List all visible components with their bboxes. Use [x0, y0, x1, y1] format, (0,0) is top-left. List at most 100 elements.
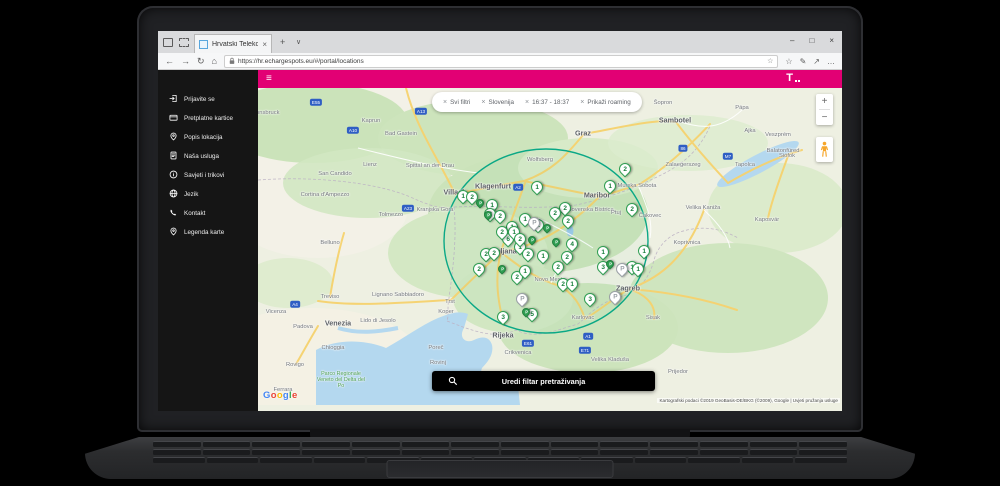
browser-tab-bar: Hrvatski Telekom × + ∨ – □ × [158, 31, 842, 54]
map-marker[interactable]: 1 [638, 245, 650, 257]
sidebar-item-popis-lokacija[interactable]: Popis lokacija [158, 128, 258, 147]
map-city-label: Sisak [646, 315, 660, 321]
map-canvas[interactable]: ×Svi filtri×Slovenija×16:37 - 18:37×Prik… [258, 88, 842, 405]
refresh-icon[interactable]: ↻ [197, 57, 205, 66]
chip-remove-icon[interactable]: × [443, 99, 447, 106]
new-tab-button[interactable]: + [280, 37, 285, 47]
map-city-label: Koprivnica [673, 240, 700, 246]
keyboard-key [650, 449, 698, 455]
map-marker[interactable]: 2 [626, 203, 638, 215]
map-marker[interactable]: 1 [531, 181, 543, 193]
sidebar-item-prijavite-se[interactable]: Prijavite se [158, 90, 258, 109]
favorite-star-icon[interactable]: ☆ [767, 57, 773, 65]
address-bar[interactable]: https://hr.echargespots.eu/#/portal/loca… [224, 55, 778, 68]
map-marker[interactable]: P [476, 199, 484, 207]
filter-chip[interactable]: ×Svi filtri [443, 99, 470, 106]
keyboard-key [402, 449, 450, 455]
map-marker[interactable]: 1 [632, 263, 644, 275]
map-marker-inactive[interactable]: P [616, 263, 628, 275]
tab-tools [163, 38, 189, 47]
minimize-button[interactable]: – [790, 36, 794, 45]
map-marker[interactable]: 4 [566, 238, 578, 250]
map-marker[interactable]: 1 [566, 278, 578, 290]
keyboard-key [402, 441, 450, 447]
map-marker[interactable]: 2 [494, 210, 506, 222]
tab-close-icon[interactable]: × [262, 40, 267, 49]
sidebar-item-jezik[interactable]: Jezik [158, 185, 258, 204]
map-marker-inactive[interactable]: P [528, 217, 540, 229]
filter-chip[interactable]: ×16:37 - 18:37 [525, 99, 569, 106]
map-city-label: Trst [445, 299, 455, 305]
chip-remove-icon[interactable]: × [525, 99, 529, 106]
map-marker[interactable]: 2 [561, 251, 573, 263]
keyboard-key [600, 441, 648, 447]
browser-tab[interactable]: Hrvatski Telekom × [194, 34, 272, 53]
chip-remove-icon[interactable]: × [580, 99, 584, 106]
close-button[interactable]: × [829, 36, 834, 45]
map-city-label: Rovinj [430, 360, 446, 366]
zoom-in-button[interactable]: + [816, 94, 833, 109]
map-city-label: Spittal an der Drau [406, 163, 454, 169]
zoom-out-button[interactable]: − [816, 110, 833, 125]
map-marker[interactable]: 2 [619, 163, 631, 175]
map-city-label: Čakovec [639, 213, 662, 219]
home-icon[interactable]: ⌂ [212, 57, 217, 66]
road-shield: E55 [310, 99, 322, 106]
map-marker[interactable]: 1 [537, 250, 549, 262]
more-icon[interactable]: … [827, 57, 835, 66]
annotate-icon[interactable]: ✎ [800, 57, 807, 66]
back-icon[interactable]: ← [165, 57, 174, 66]
map-marker[interactable]: 2 [514, 233, 526, 245]
map-city-label: Siófok [779, 153, 795, 159]
set-tabs-aside-icon[interactable] [163, 38, 173, 47]
map-marker[interactable]: 2 [473, 263, 485, 275]
maximize-button[interactable]: □ [809, 36, 814, 45]
hamburger-menu-icon[interactable]: ≡ [266, 74, 272, 84]
login-icon [169, 94, 178, 105]
filter-chip[interactable]: ×Slovenija [481, 99, 514, 106]
map-marker[interactable]: 1 [519, 265, 531, 277]
map-marker[interactable]: 2 [488, 247, 500, 259]
share-icon[interactable]: ↗ [813, 57, 820, 66]
chip-label: Prikaži roaming [587, 99, 630, 106]
map-marker[interactable]: P [606, 260, 614, 268]
map-city-label: Koper [438, 309, 453, 315]
map-city-label: Karlovac [572, 315, 595, 321]
map-marker[interactable]: 2 [562, 215, 574, 227]
forward-icon[interactable]: → [181, 57, 190, 66]
map-city-label: Bad Gastein [385, 131, 417, 137]
map-marker[interactable]: 2 [522, 248, 534, 260]
keyboard-key [203, 449, 251, 455]
map-marker[interactable]: 1 [604, 180, 616, 192]
map-marker[interactable]: 2 [549, 207, 561, 219]
tab-menu-chevron-icon[interactable]: ∨ [296, 38, 301, 46]
map-marker-inactive[interactable]: P [609, 291, 621, 303]
map-marker[interactable]: P [552, 238, 560, 246]
map-marker[interactable]: P [484, 211, 492, 219]
sidebar-item-na-a-usluga[interactable]: Naša usluga [158, 147, 258, 166]
sidebar-item-legenda-karte[interactable]: Legenda karte [158, 223, 258, 242]
street-view-pegman-button[interactable] [816, 137, 833, 162]
chip-remove-icon[interactable]: × [481, 99, 485, 106]
map-marker[interactable]: 3 [584, 293, 596, 305]
map-marker[interactable]: 1 [597, 246, 609, 258]
map-marker[interactable]: 3 [497, 311, 509, 323]
tab-preview-icon[interactable] [179, 38, 189, 47]
map-marker[interactable]: 2 [496, 226, 508, 238]
edit-search-filter-button[interactable]: Uredi filtar pretraživanja [432, 371, 655, 391]
map-marker[interactable]: P [522, 308, 530, 316]
map-city-label: Lido di Jesolo [360, 318, 395, 324]
sidebar-item-savjeti-i-trikovi[interactable]: Savjeti i trikovi [158, 166, 258, 185]
laptop-base [85, 437, 915, 479]
sidebar-item-pretplatne-kartice[interactable]: Pretplatne kartice [158, 109, 258, 128]
keyboard-key [551, 449, 599, 455]
map-marker-inactive[interactable]: P [516, 293, 528, 305]
map-marker[interactable]: P [498, 265, 506, 273]
map-background [258, 88, 842, 405]
filter-chip[interactable]: ×Prikaži roaming [580, 99, 631, 106]
map-marker[interactable]: P [528, 236, 536, 244]
map-marker[interactable]: P [543, 224, 551, 232]
hub-icon[interactable]: ☆ [785, 57, 792, 66]
sidebar-item-kontakt[interactable]: Kontakt [158, 204, 258, 223]
keyboard-key [153, 457, 205, 463]
